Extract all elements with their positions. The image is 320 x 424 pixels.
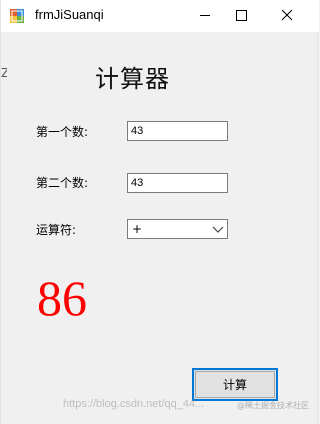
winforms-app-icon <box>10 9 24 23</box>
window-title: frmJiSuanqi <box>35 7 104 22</box>
close-button[interactable] <box>264 0 310 30</box>
operator-selected-value: + <box>132 222 143 236</box>
close-icon <box>281 9 293 21</box>
page-title: 计算器 <box>95 65 170 93</box>
title-bar[interactable]: frmJiSuanqi <box>1 0 319 32</box>
maximize-button[interactable] <box>218 0 264 30</box>
operator-select[interactable]: + <box>127 219 228 239</box>
second-number-input[interactable] <box>127 173 228 193</box>
first-number-label: 第一个数: <box>36 125 89 139</box>
app-window: frmJiSuanqi Z 计算器 第一个数: 第二个数: 运算符: + <box>0 0 319 424</box>
first-number-input[interactable] <box>127 121 228 141</box>
result-value: 86 <box>37 270 87 326</box>
maximize-icon <box>236 10 247 21</box>
calculate-button[interactable]: 计算 <box>192 368 278 401</box>
second-number-label: 第二个数: <box>36 176 89 190</box>
calculate-button-label: 计算 <box>195 371 275 398</box>
watermark-badge: @稀土掘金技术社区 <box>237 401 309 410</box>
watermark-url: https://blog.csdn.net/qq_44... <box>63 398 205 410</box>
background-glyph: Z <box>1 66 7 80</box>
chevron-down-icon[interactable] <box>212 224 224 234</box>
operator-label: 运算符: <box>36 223 77 237</box>
